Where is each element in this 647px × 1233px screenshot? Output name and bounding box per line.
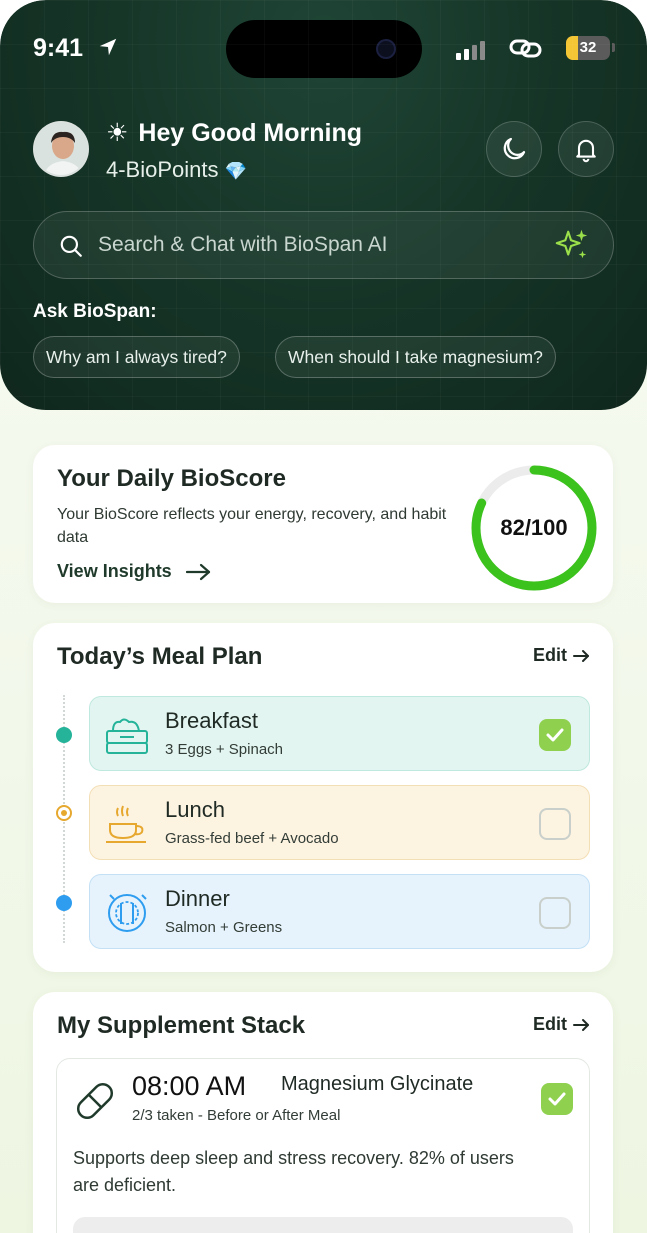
search-chat-bar[interactable]: Search & Chat with BioSpan AI [33, 211, 614, 279]
search-icon [60, 235, 82, 257]
timeline-dot [56, 727, 72, 743]
meal-item-dinner[interactable]: Dinner Salmon + Greens [89, 874, 590, 949]
coffee-cup-icon [106, 805, 146, 843]
arrow-right-icon [573, 1018, 589, 1031]
bioscore-card: Your Daily BioScore Your BioScore reflec… [33, 445, 613, 603]
search-placeholder: Search & Chat with BioSpan AI [98, 233, 388, 256]
phone-screen: 9:41 32 ☀ Hey Good Morning 4-BioPoints 💎… [0, 0, 647, 1233]
meal-checkbox[interactable] [539, 897, 571, 929]
meal-description: 3 Eggs + Spinach [165, 741, 284, 758]
supplement-description: Supports deep sleep and stress recovery.… [73, 1148, 514, 1195]
meal-checkbox-checked[interactable] [539, 719, 571, 751]
biopoints[interactable]: 4-BioPoints 💎 [106, 157, 247, 183]
avatar[interactable] [33, 121, 89, 177]
checkmark-icon [546, 728, 564, 742]
view-insights-label: View Insights [57, 561, 172, 581]
meal-plan-title: Today’s Meal Plan [57, 643, 263, 670]
score-value: 82/100 [500, 515, 568, 540]
battery-level: 32 [579, 39, 597, 56]
arrow-right-icon [185, 563, 210, 580]
meal-item-breakfast[interactable]: Breakfast 3 Eggs + Spinach [89, 696, 590, 771]
suggestion-chip[interactable]: Why am I always tired? [33, 336, 240, 378]
supplement-name: Magnesium Glycinate [281, 1073, 474, 1095]
greeting: ☀ Hey Good Morning [106, 118, 362, 148]
sparkle-icon[interactable] [553, 226, 591, 264]
meal-description: Salmon + Greens [165, 919, 283, 936]
plate-cutlery-icon [108, 894, 147, 932]
supplement-item[interactable]: 08:00 AM Magnesium Glycinate 2/3 taken -… [56, 1058, 590, 1233]
status-bar: 9:41 32 [0, 20, 647, 78]
dark-mode-button[interactable] [486, 121, 542, 177]
diamond-icon: 💎 [224, 161, 247, 181]
meal-name: Breakfast [165, 708, 258, 733]
timeline-dot [56, 895, 72, 911]
meal-name: Lunch [165, 797, 225, 822]
avatar-image [35, 123, 87, 175]
meal-name: Dinner [165, 886, 230, 911]
biopoints-text: 4-BioPoints [106, 157, 219, 182]
meal-checkbox[interactable] [539, 808, 571, 840]
greeting-text: Hey Good Morning [138, 119, 363, 147]
view-insights-link[interactable]: View Insights [57, 561, 212, 582]
edit-label: Edit [533, 645, 567, 665]
ask-label: Ask BioSpan: [33, 301, 157, 322]
bell-icon [576, 139, 596, 163]
link-icon [509, 39, 542, 58]
camera-icon [376, 39, 396, 59]
battery-icon: 32 [566, 36, 610, 60]
meal-plan-edit-button[interactable]: Edit [533, 645, 591, 666]
supplement-time: 08:00 AM [132, 1071, 247, 1101]
bioscore-title: Your Daily BioScore [57, 465, 286, 492]
signal-icon [456, 41, 485, 60]
food-tray-icon [106, 718, 148, 754]
pill-icon [76, 1082, 114, 1120]
arrow-right-icon [573, 649, 589, 662]
dynamic-island [226, 20, 422, 78]
supplement-taken: 2/3 taken - Before or After Meal [132, 1107, 341, 1124]
checkmark-icon [548, 1092, 566, 1106]
bioscore-description: Your BioScore reflects your energy, reco… [57, 506, 447, 546]
supplement-checkbox-checked[interactable] [541, 1083, 573, 1115]
meal-plan-card: Today’s Meal Plan Edit Breakfast 3 Eggs … [33, 623, 613, 972]
timeline-dot-current [56, 805, 72, 821]
sun-icon: ☀ [106, 119, 129, 147]
edit-label: Edit [533, 1014, 567, 1034]
meal-item-lunch[interactable]: Lunch Grass-fed beef + Avocado [89, 785, 590, 860]
suggestion-chip[interactable]: When should I take magnesium? [275, 336, 556, 378]
supplement-edit-button[interactable]: Edit [533, 1014, 591, 1035]
supplement-action-bar[interactable] [73, 1217, 573, 1233]
notifications-button[interactable] [558, 121, 614, 177]
location-arrow-icon [99, 38, 117, 56]
supplement-title: My Supplement Stack [57, 1012, 306, 1039]
supplement-stack-card: My Supplement Stack Edit 08:00 AM Magnes… [33, 992, 613, 1233]
header-panel: 9:41 32 ☀ Hey Good Morning 4-BioPoints 💎… [0, 0, 647, 410]
status-time: 9:41 [33, 34, 84, 62]
battery-tip [612, 43, 615, 52]
meal-description: Grass-fed beef + Avocado [165, 830, 339, 847]
moon-icon [503, 137, 526, 160]
